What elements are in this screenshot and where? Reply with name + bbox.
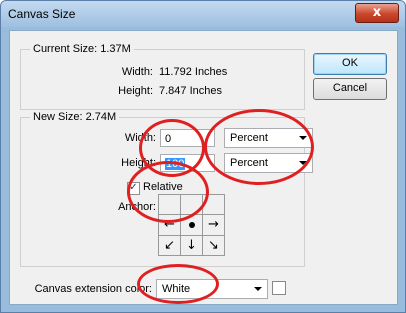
relative-checkbox[interactable]: ✓ — [127, 182, 140, 195]
anchor-cell-right[interactable]: → — [203, 215, 225, 236]
canvas-size-dialog: Canvas Size x Current Size: 1.37M Width:… — [0, 0, 406, 313]
title-bar[interactable]: Canvas Size x — [1, 1, 405, 27]
chevron-down-icon — [299, 161, 307, 165]
extension-color-swatch[interactable] — [272, 281, 286, 295]
current-size-group: Current Size: 1.37M Width: 11.792 Inches… — [20, 43, 305, 110]
anchor-cell-top[interactable] — [181, 195, 203, 216]
current-height-label: Height: — [118, 85, 153, 97]
current-width-label: Width: — [121, 66, 153, 78]
chevron-down-icon — [254, 287, 262, 291]
dialog-title: Canvas Size — [8, 7, 76, 21]
height-input[interactable]: 100 — [160, 154, 215, 172]
anchor-label: Anchor: — [118, 201, 156, 213]
width-unit-select[interactable]: Percent — [224, 128, 313, 148]
extension-color-select[interactable]: White — [156, 279, 268, 299]
new-height-label: Height: — [121, 157, 156, 169]
width-input[interactable]: 0 — [160, 129, 215, 147]
anchor-cell-center[interactable] — [181, 215, 203, 236]
new-size-legend: New Size: 2.74M — [30, 111, 120, 123]
current-width-value: 11.792 Inches — [159, 66, 228, 78]
arrow-down-left-icon: ↙ — [164, 237, 175, 253]
anchor-cell-left[interactable]: ← — [159, 215, 181, 236]
arrow-right-icon: → — [208, 217, 219, 233]
anchor-cell-bottom[interactable]: ↓ — [181, 235, 203, 256]
relative-label[interactable]: Relative — [143, 181, 183, 193]
anchor-cell-top-left[interactable] — [159, 195, 181, 216]
close-button[interactable]: x — [355, 3, 399, 23]
extension-color-label: Canvas extension color: — [34, 283, 152, 295]
dialog-body: Current Size: 1.37M Width: 11.792 Inches… — [9, 30, 398, 305]
height-unit-value: Percent — [230, 157, 268, 169]
height-input-value: 100 — [165, 158, 186, 170]
cancel-button[interactable]: Cancel — [313, 78, 387, 100]
anchor-cell-top-right[interactable] — [203, 195, 225, 216]
ok-button[interactable]: OK — [313, 53, 387, 75]
current-size-legend: Current Size: 1.37M — [30, 43, 134, 55]
height-unit-select[interactable]: Percent — [224, 153, 313, 173]
extension-color-value: White — [162, 283, 191, 295]
chevron-down-icon — [299, 136, 307, 140]
anchor-cell-bottom-left[interactable]: ↙ — [159, 235, 181, 256]
arrow-left-icon: ← — [164, 217, 175, 233]
current-height-value: 7.847 Inches — [159, 85, 222, 97]
new-width-label: Width: — [124, 132, 156, 144]
width-input-value: 0 — [165, 133, 172, 145]
arrow-down-right-icon: ↘ — [208, 237, 219, 253]
arrow-down-icon: ↓ — [186, 237, 197, 253]
width-unit-value: Percent — [230, 132, 268, 144]
anchor-cell-bottom-right[interactable]: ↘ — [203, 235, 225, 256]
anchor-grid[interactable]: ← → ↙ ↓ ↘ — [158, 194, 225, 256]
